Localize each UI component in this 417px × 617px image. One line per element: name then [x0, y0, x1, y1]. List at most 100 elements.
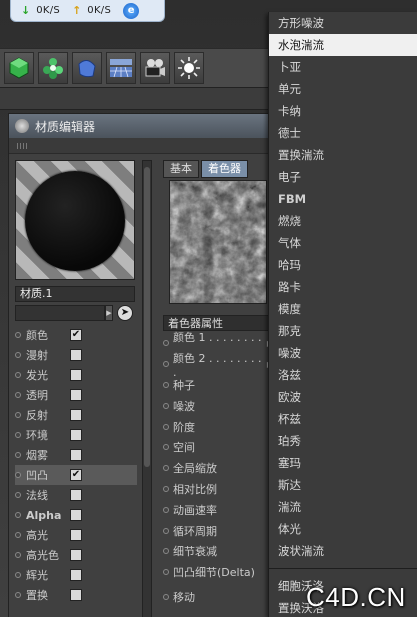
channel-label: 颜色 — [26, 329, 48, 342]
channel-dot-icon — [15, 432, 21, 438]
shader-property-row[interactable]: 噪波 — [163, 395, 273, 416]
menu-item[interactable]: 波状湍流 — [269, 540, 417, 562]
channel-row[interactable]: 置换 — [15, 585, 137, 605]
pick-cursor-icon[interactable]: ➤ — [117, 305, 133, 321]
channel-row[interactable]: 透明 — [15, 385, 137, 405]
menu-separator — [269, 568, 417, 569]
menu-item[interactable]: 杯兹 — [269, 408, 417, 430]
channel-checkbox[interactable] — [70, 589, 82, 601]
shader-property-row[interactable]: 阶度 — [163, 416, 273, 437]
shader-tab[interactable]: 基本 — [163, 160, 199, 178]
menu-item[interactable]: 斯达 — [269, 474, 417, 496]
menu-item[interactable]: 燃烧 — [269, 210, 417, 232]
material-preview[interactable] — [15, 160, 135, 280]
menu-item[interactable]: 方形噪波 — [269, 12, 417, 34]
upload-arrow-icon: ↑ — [72, 4, 82, 17]
shader-property-row[interactable]: 循环周期 — [163, 520, 273, 541]
left-scrollbar[interactable] — [142, 160, 152, 617]
channel-row[interactable]: Alpha — [15, 505, 137, 525]
channel-row[interactable]: 辉光 — [15, 565, 137, 585]
property-dot-icon — [163, 340, 169, 347]
shader-property-row[interactable]: 细节衰减 — [163, 541, 273, 562]
menu-item[interactable]: 单元 — [269, 78, 417, 100]
scrollbar-thumb[interactable] — [144, 167, 150, 467]
channel-dot-icon — [15, 472, 21, 478]
material-name-field[interactable]: 材质.1 — [15, 286, 135, 302]
shader-property-row[interactable]: 凹凸细节(Delta) — [163, 562, 273, 583]
floor-button[interactable] — [106, 52, 136, 84]
channel-row[interactable]: 烟雾 — [15, 445, 137, 465]
channel-row[interactable]: 高光 — [15, 525, 137, 545]
browser-icon[interactable]: e — [123, 2, 140, 19]
shader-property-row[interactable]: 空间 — [163, 437, 273, 458]
channel-row[interactable]: 漫射 — [15, 345, 137, 365]
camera-button[interactable] — [140, 52, 170, 84]
menu-item[interactable]: 体光 — [269, 518, 417, 540]
menu-item[interactable]: 欧波 — [269, 386, 417, 408]
menu-item[interactable]: 珀秀 — [269, 430, 417, 452]
channel-label: Alpha — [26, 508, 62, 522]
menu-item[interactable]: 路卡 — [269, 276, 417, 298]
channel-checkbox[interactable] — [70, 429, 82, 441]
shader-property-row[interactable]: 相对比例 — [163, 479, 273, 500]
channel-row[interactable]: 高光色 — [15, 545, 137, 565]
channel-label: 高光 — [26, 529, 48, 542]
channel-checkbox[interactable] — [70, 489, 82, 501]
channel-checkbox[interactable] — [70, 549, 82, 561]
channel-list: 颜色 ✔ 漫射 发光 透明 反射环境烟雾 凹凸 ✔ 法线 Alpha 高光高光色 辉光 置换 — [15, 325, 137, 605]
channel-checkbox[interactable] — [70, 349, 82, 361]
material-editor-icon — [15, 119, 29, 133]
channel-checkbox[interactable] — [70, 449, 82, 461]
channel-checkbox[interactable] — [70, 509, 82, 521]
channel-label: 环境 — [26, 429, 48, 442]
channel-row[interactable]: 法线 — [15, 485, 137, 505]
menu-item[interactable]: 水泡湍流 — [269, 34, 417, 56]
menu-item[interactable]: 卜亚 — [269, 56, 417, 78]
channel-checkbox[interactable] — [70, 389, 82, 401]
shader-property-row[interactable]: 颜色 2 . . . . . . . . .▶ — [163, 352, 273, 379]
menu-item[interactable]: FBM — [269, 188, 417, 210]
gear-cluster-icon — [43, 58, 63, 79]
shader-property-row[interactable]: 全局缩放 — [163, 458, 273, 479]
property-label: 移动 — [173, 590, 195, 604]
menu-item[interactable]: 德士 — [269, 122, 417, 144]
menu-item[interactable]: 噪波 — [269, 342, 417, 364]
menu-item[interactable]: 卡纳 — [269, 100, 417, 122]
menu-item[interactable]: 模度 — [269, 298, 417, 320]
menu-item[interactable]: 气体 — [269, 232, 417, 254]
light-button[interactable] — [174, 52, 204, 84]
shader-property-row[interactable]: 动画速率 — [163, 499, 273, 520]
gear-cluster-button[interactable] — [38, 52, 68, 84]
cube-icon — [9, 57, 29, 79]
channel-checkbox[interactable] — [70, 369, 82, 381]
shader-tab[interactable]: 着色器 — [201, 160, 248, 178]
menu-item[interactable]: 电子 — [269, 166, 417, 188]
menu-item[interactable]: 洛兹 — [269, 364, 417, 386]
channel-checkbox[interactable]: ✔ — [70, 329, 82, 341]
menu-item[interactable]: 塞玛 — [269, 452, 417, 474]
menu-item[interactable]: 哈玛 — [269, 254, 417, 276]
channel-row[interactable]: 环境 — [15, 425, 137, 445]
channel-row[interactable]: 发光 — [15, 365, 137, 385]
camera-icon — [145, 59, 165, 77]
menu-item[interactable]: 置换湍流 — [269, 144, 417, 166]
cube-button[interactable] — [4, 52, 34, 84]
channel-row[interactable]: 反射 — [15, 405, 137, 425]
channel-row[interactable]: 颜色 ✔ — [15, 325, 137, 345]
channel-checkbox[interactable]: ✔ — [70, 469, 82, 481]
menu-item[interactable]: 那克 — [269, 320, 417, 342]
window-grip[interactable] — [9, 138, 269, 154]
deformer-button[interactable] — [72, 52, 102, 84]
channel-checkbox[interactable] — [70, 529, 82, 541]
material-selector-row: ▶ ➤ — [15, 305, 137, 321]
channel-checkbox[interactable] — [70, 409, 82, 421]
shader-property-row[interactable]: 移动 — [163, 587, 273, 608]
material-selector-arrow-icon[interactable]: ▶ — [105, 305, 113, 321]
window-titlebar[interactable]: 材质编辑器 — [9, 114, 269, 138]
floor-icon — [110, 59, 132, 78]
channel-dot-icon — [15, 552, 21, 558]
material-selector-field[interactable] — [15, 305, 105, 321]
menu-item[interactable]: 湍流 — [269, 496, 417, 518]
channel-row[interactable]: 凹凸 ✔ — [15, 465, 137, 485]
channel-checkbox[interactable] — [70, 569, 82, 581]
